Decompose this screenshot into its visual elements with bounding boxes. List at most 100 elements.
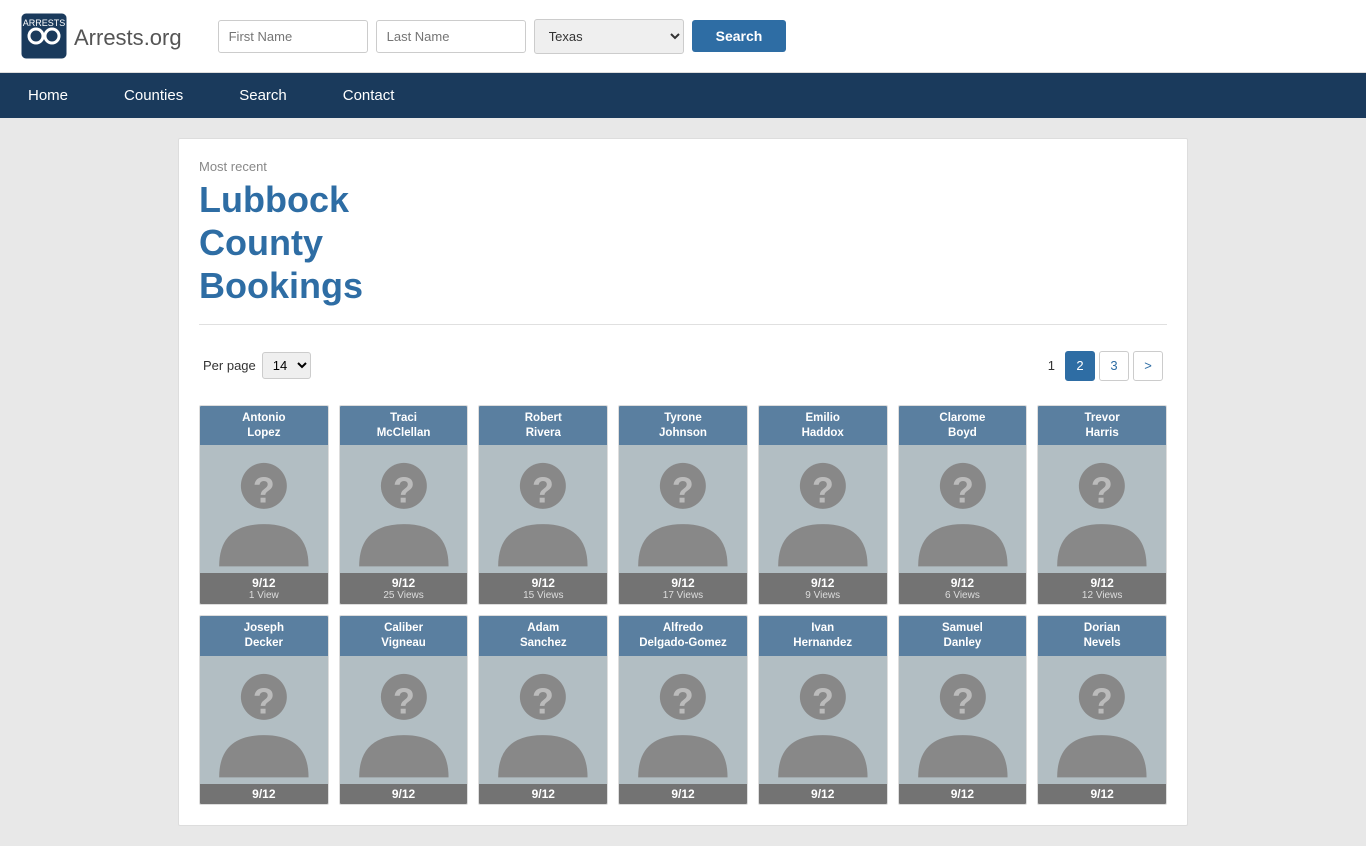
svg-text:?: ?: [812, 471, 834, 511]
booking-photo: ?: [759, 445, 887, 573]
booking-photo: ?: [899, 445, 1027, 573]
first-name-input[interactable]: [218, 20, 368, 53]
booking-name: TrevorHarris: [1038, 406, 1166, 446]
booking-card[interactable]: AlfredoDelgado-Gomez ? 9/12: [618, 615, 748, 805]
page-1-plain: 1: [1042, 358, 1061, 373]
booking-photo: ?: [619, 656, 747, 784]
booking-photo: ?: [759, 656, 887, 784]
booking-card[interactable]: CaliberVigneau ? 9/12: [339, 615, 469, 805]
booking-date: 9/12: [202, 576, 326, 590]
booking-views: 17 Views: [621, 590, 745, 601]
svg-text:?: ?: [393, 682, 415, 722]
booking-card[interactable]: DorianNevels ? 9/12: [1037, 615, 1167, 805]
booking-name: IvanHernandez: [759, 616, 887, 656]
booking-card[interactable]: TyroneJohnson ? 9/12 17 Views: [618, 405, 748, 606]
svg-text:ARRESTS: ARRESTS: [23, 18, 66, 28]
booking-card[interactable]: IvanHernandez ? 9/12: [758, 615, 888, 805]
next-page-btn[interactable]: >: [1133, 351, 1163, 381]
booking-footer: 9/12 12 Views: [1038, 573, 1166, 604]
booking-card[interactable]: AdamSanchez ? 9/12: [478, 615, 608, 805]
booking-date: 9/12: [1040, 576, 1164, 590]
logo-brand: Arrests: [74, 25, 144, 50]
booking-views: 9 Views: [761, 590, 885, 601]
booking-card[interactable]: TrevorHarris ? 9/12 12 Views: [1037, 405, 1167, 606]
booking-footer: 9/12: [619, 784, 747, 804]
booking-date: 9/12: [901, 787, 1025, 801]
booking-name: ClaromeBoyd: [899, 406, 1027, 446]
booking-name: TraciMcClellan: [340, 406, 468, 446]
booking-photo: ?: [340, 656, 468, 784]
page-2-btn[interactable]: 2: [1065, 351, 1095, 381]
svg-text:?: ?: [532, 682, 554, 722]
booking-date: 9/12: [1040, 787, 1164, 801]
booking-photo: ?: [1038, 445, 1166, 573]
booking-footer: 9/12: [759, 784, 887, 804]
booking-name: RobertRivera: [479, 406, 607, 446]
site-logo[interactable]: ARRESTS Arrests.org: [20, 12, 182, 60]
booking-name: CaliberVigneau: [340, 616, 468, 656]
per-page-label: Per page: [203, 358, 256, 373]
booking-photo: ?: [200, 445, 328, 573]
last-name-input[interactable]: [376, 20, 526, 53]
booking-photo: ?: [899, 656, 1027, 784]
booking-name: AntonioLopez: [200, 406, 328, 446]
nav-contact[interactable]: Contact: [315, 73, 423, 118]
nav-counties[interactable]: Counties: [96, 73, 211, 118]
most-recent-label: Most recent: [199, 159, 1167, 174]
booking-photo: ?: [200, 656, 328, 784]
booking-photo: ?: [479, 656, 607, 784]
title-line2: County: [199, 222, 323, 263]
booking-footer: 9/12: [1038, 784, 1166, 804]
nav-search[interactable]: Search: [211, 73, 315, 118]
booking-date: 9/12: [202, 787, 326, 801]
booking-date: 9/12: [342, 787, 466, 801]
county-title: Lubbock County Bookings: [199, 178, 1167, 308]
logo-domain: .org: [144, 25, 182, 50]
booking-card[interactable]: SamuelDanley ? 9/12: [898, 615, 1028, 805]
booking-footer: 9/12: [479, 784, 607, 804]
page-header: ARRESTS Arrests.org Texas Alabama Alaska…: [0, 0, 1366, 73]
booking-footer: 9/12 9 Views: [759, 573, 887, 604]
booking-name: SamuelDanley: [899, 616, 1027, 656]
booking-date: 9/12: [901, 576, 1025, 590]
logo-text: Arrests.org: [74, 20, 182, 52]
booking-card[interactable]: TraciMcClellan ? 9/12 25 Views: [339, 405, 469, 606]
booking-footer: 9/12: [340, 784, 468, 804]
svg-text:?: ?: [532, 471, 554, 511]
booking-date: 9/12: [761, 787, 885, 801]
page-3-btn[interactable]: 3: [1099, 351, 1129, 381]
nav-home[interactable]: Home: [0, 73, 96, 118]
booking-date: 9/12: [621, 576, 745, 590]
booking-name: AdamSanchez: [479, 616, 607, 656]
booking-card[interactable]: AntonioLopez ? 9/12 1 View: [199, 405, 329, 606]
booking-photo: ?: [479, 445, 607, 573]
logo-icon: ARRESTS: [20, 12, 68, 60]
booking-name: AlfredoDelgado-Gomez: [619, 616, 747, 656]
booking-photo: ?: [340, 445, 468, 573]
per-page-select[interactable]: 7 14 21 28: [262, 352, 311, 379]
search-form: Texas Alabama Alaska Arizona California …: [218, 19, 787, 54]
booking-date: 9/12: [342, 576, 466, 590]
booking-views: 25 Views: [342, 590, 466, 601]
main-nav: Home Counties Search Contact: [0, 73, 1366, 118]
search-button[interactable]: Search: [692, 20, 787, 52]
booking-footer: 9/12 1 View: [200, 573, 328, 604]
booking-card[interactable]: RobertRivera ? 9/12 15 Views: [478, 405, 608, 606]
booking-card[interactable]: JosephDecker ? 9/12: [199, 615, 329, 805]
main-content: Most recent Lubbock County Bookings Per …: [178, 138, 1188, 826]
svg-text:?: ?: [672, 681, 694, 721]
booking-footer: 9/12 25 Views: [340, 573, 468, 604]
state-select[interactable]: Texas Alabama Alaska Arizona California …: [534, 19, 684, 54]
booking-views: 6 Views: [901, 590, 1025, 601]
booking-card[interactable]: ClaromeBoyd ? 9/12 6 Views: [898, 405, 1028, 606]
booking-card[interactable]: EmilioHaddox ? 9/12 9 Views: [758, 405, 888, 606]
booking-date: 9/12: [761, 576, 885, 590]
booking-views: 1 View: [202, 590, 326, 601]
pagination: 1 2 3 >: [1042, 351, 1163, 381]
booking-name: DorianNevels: [1038, 616, 1166, 656]
booking-photo: ?: [619, 445, 747, 573]
controls-row: Per page 7 14 21 28 1 2 3 >: [199, 343, 1167, 389]
svg-text:?: ?: [952, 471, 974, 511]
divider: [199, 324, 1167, 325]
booking-footer: 9/12: [200, 784, 328, 804]
